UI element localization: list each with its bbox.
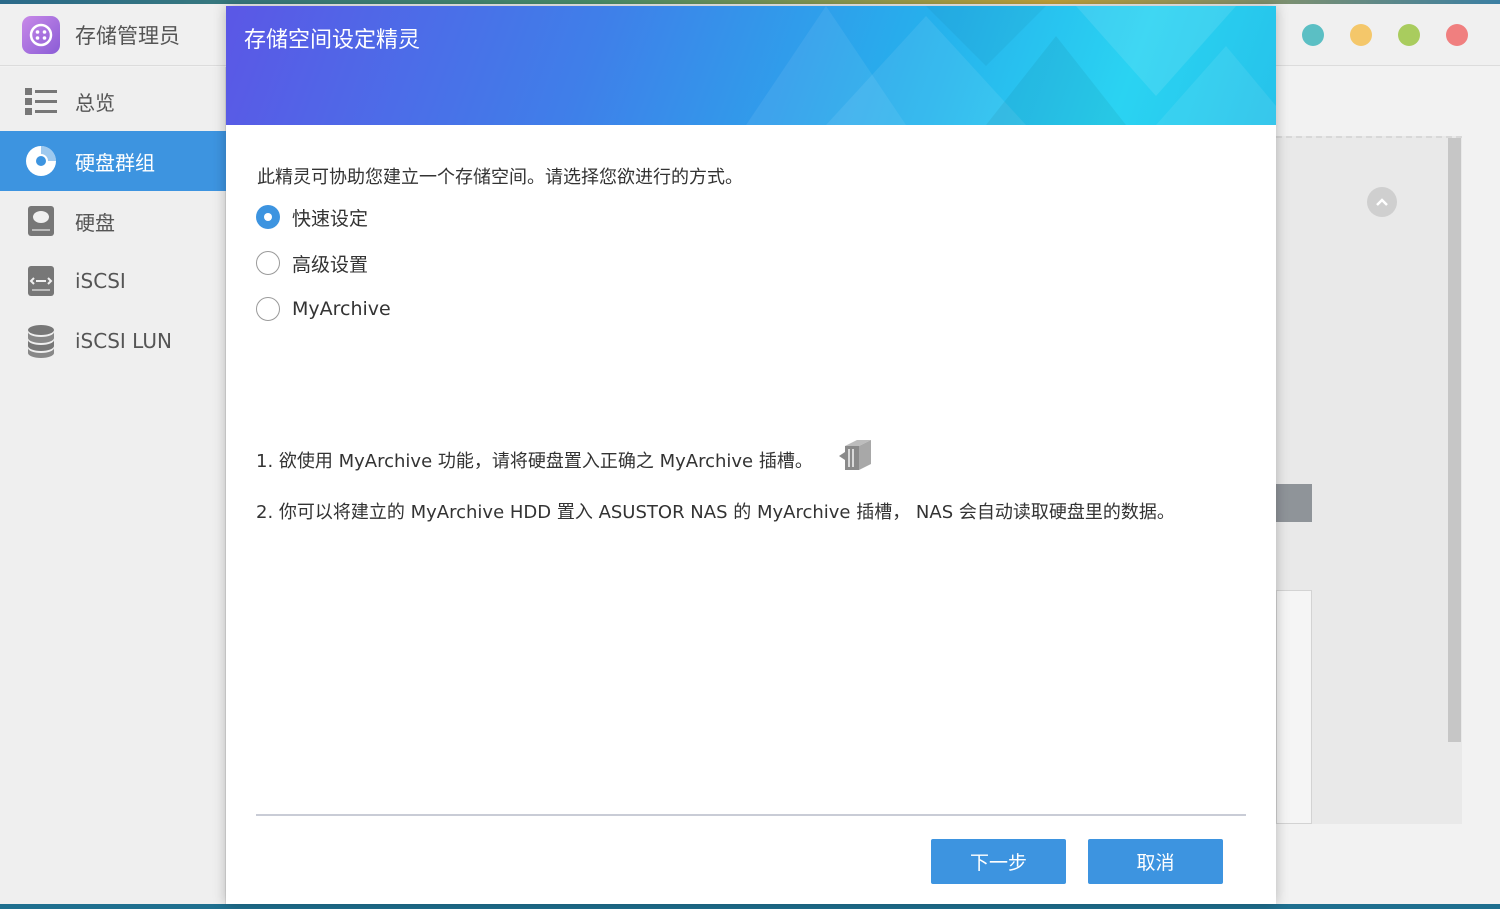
dialog-title: 存储空间设定精灵 — [244, 28, 421, 53]
storage-wizard-dialog: 存储空间设定精灵 此精灵可协助您建立一个存储空间。请选择您欲进行的方式。 快速设… — [226, 6, 1276, 904]
close-button[interactable] — [1446, 24, 1468, 46]
option-myarchive[interactable]: MyArchive — [256, 296, 391, 322]
option-label: MyArchive — [292, 298, 391, 320]
iscsi-icon — [24, 264, 58, 298]
background-button — [1276, 484, 1312, 522]
sidebar-item-disk[interactable]: 硬盘 — [0, 191, 226, 251]
background-table — [1276, 590, 1312, 824]
option-label: 快速设定 — [292, 207, 369, 230]
myarchive-slot-icon — [839, 440, 871, 470]
list-icon — [24, 84, 58, 118]
footer-divider — [256, 814, 1246, 816]
radio-button[interactable] — [256, 251, 280, 275]
sidebar-item-label: 总览 — [75, 90, 115, 115]
wizard-instructions: 此精灵可协助您建立一个存储空间。请选择您欲进行的方式。 — [257, 167, 743, 188]
sidebar-item-disk-group[interactable]: 硬盘群组 — [0, 131, 226, 191]
sidebar-item-label: iSCSI — [75, 269, 126, 293]
app-title: 存储管理员 — [75, 24, 180, 48]
scroll-up-button[interactable] — [1367, 187, 1397, 217]
database-icon — [24, 324, 58, 358]
sidebar-item-label: 硬盘 — [75, 210, 115, 235]
disk-group-icon — [24, 144, 58, 178]
storage-manager-logo-icon — [22, 16, 60, 54]
sidebar-item-iscsi-lun[interactable]: iSCSI LUN — [0, 311, 226, 371]
dialog-header: 存储空间设定精灵 — [226, 6, 1276, 125]
radio-button[interactable] — [256, 297, 280, 321]
option-quick-setup[interactable]: 快速设定 — [256, 204, 368, 230]
hard-disk-icon — [24, 204, 58, 238]
myarchive-note-2: 2. 你可以将建立的 MyArchive HDD 置入 ASUSTOR NAS … — [256, 502, 1175, 523]
sidebar-item-iscsi[interactable]: iSCSI — [0, 251, 226, 311]
sidebar-item-overview[interactable]: 总览 — [0, 71, 226, 131]
scrollbar[interactable] — [1448, 138, 1461, 742]
sidebar: 总览 硬盘群组 硬盘 iSCSI iSCSI LUN — [0, 67, 226, 904]
next-button[interactable]: 下一步 — [931, 839, 1066, 884]
sidebar-item-label: 硬盘群组 — [75, 150, 155, 175]
option-advanced-setup[interactable]: 高级设置 — [256, 250, 368, 276]
minimize-button[interactable] — [1350, 24, 1372, 46]
sidebar-item-label: iSCSI LUN — [75, 329, 172, 353]
radio-button-checked[interactable] — [256, 205, 280, 229]
myarchive-note-1: 1. 欲使用 MyArchive 功能，请将硬盘置入正确之 MyArchive … — [256, 451, 813, 472]
cancel-button[interactable]: 取消 — [1088, 839, 1223, 884]
window-control-teal-button[interactable] — [1302, 24, 1324, 46]
maximize-button[interactable] — [1398, 24, 1420, 46]
chevron-up-icon — [1376, 198, 1388, 206]
option-label: 高级设置 — [292, 253, 369, 276]
